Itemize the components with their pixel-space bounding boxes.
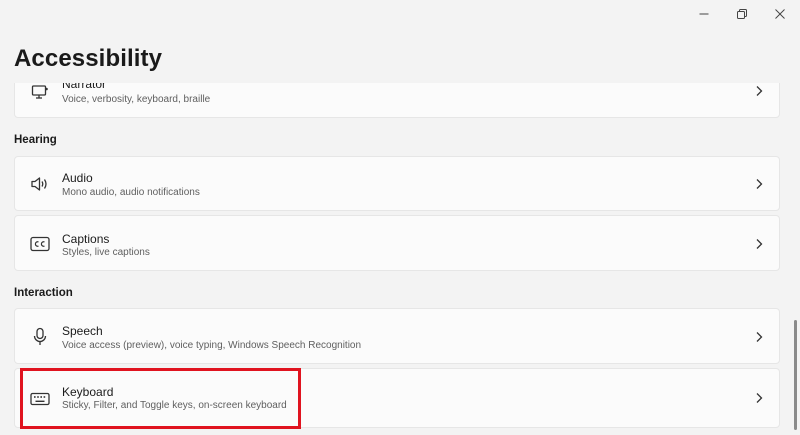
close-button[interactable] (762, 0, 798, 28)
chevron-right-icon (753, 331, 765, 343)
audio-title: Audio (62, 171, 93, 185)
section-header-interaction: Interaction (14, 287, 73, 299)
keyboard-icon (29, 388, 51, 410)
captions-card[interactable]: Captions Styles, live captions (14, 215, 780, 271)
speech-card[interactable]: Speech Voice access (preview), voice typ… (14, 308, 780, 364)
speaker-icon (29, 173, 51, 195)
speech-subtitle: Voice access (preview), voice typing, Wi… (62, 340, 362, 351)
keyboard-subtitle: Sticky, Filter, and Toggle keys, on-scre… (62, 400, 287, 411)
restore-icon (737, 9, 747, 19)
close-icon (775, 9, 785, 19)
keyboard-title: Keyboard (62, 385, 114, 399)
section-header-hearing: Hearing (14, 134, 57, 146)
speech-title: Speech (62, 324, 103, 338)
restore-button[interactable] (724, 0, 760, 28)
captions-subtitle: Styles, live captions (62, 247, 150, 258)
narrator-subtitle: Voice, verbosity, keyboard, braille (62, 94, 211, 105)
narrator-icon (29, 83, 51, 103)
chevron-right-icon (753, 85, 765, 97)
keyboard-card[interactable]: Keyboard Sticky, Filter, and Toggle keys… (14, 368, 780, 428)
chevron-right-icon (753, 238, 765, 250)
chevron-right-icon (753, 178, 765, 190)
captions-title: Captions (62, 232, 110, 246)
narrator-title: Narrator (62, 77, 107, 91)
audio-card[interactable]: Audio Mono audio, audio notifications (14, 156, 780, 211)
settings-window: Accessibility Narrator Voice, verbosity,… (0, 0, 800, 435)
scrollbar[interactable] (794, 320, 797, 430)
page-title: Accessibility (14, 45, 163, 72)
minimize-icon (699, 13, 709, 15)
chevron-right-icon (753, 392, 765, 404)
minimize-button[interactable] (686, 0, 722, 28)
audio-subtitle: Mono audio, audio notifications (62, 187, 200, 198)
closed-captions-icon (29, 233, 51, 255)
microphone-icon (29, 326, 51, 348)
